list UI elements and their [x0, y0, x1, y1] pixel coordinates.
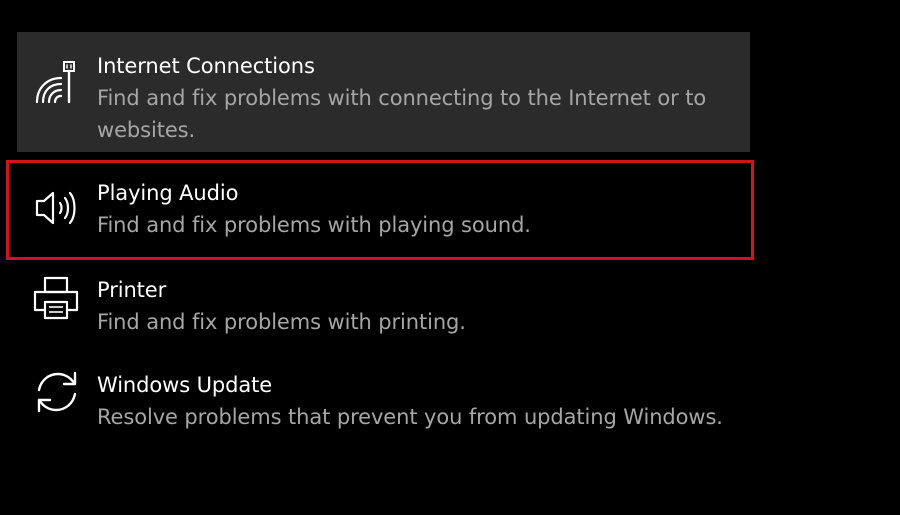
item-title: Windows Update	[97, 373, 273, 397]
playing-audio-item[interactable]: Playing Audio Find and fix problems with…	[17, 160, 750, 260]
windows-update-item[interactable]: Windows Update Resolve problems that pre…	[17, 360, 750, 480]
sync-icon	[33, 368, 81, 416]
item-description: Find and fix problems with printing.	[97, 310, 466, 334]
item-title: Printer	[97, 278, 167, 302]
speaker-icon	[33, 184, 81, 232]
item-description: Find and fix problems with playing sound…	[97, 213, 531, 237]
internet-connections-item[interactable]: Internet Connections Find and fix proble…	[17, 32, 750, 152]
item-title: Playing Audio	[97, 181, 239, 205]
item-description: Resolve problems that prevent you from u…	[97, 405, 723, 429]
troubleshooter-list: Internet Connections Find and fix proble…	[0, 0, 900, 515]
item-description: Find and fix problems with connecting to…	[97, 86, 707, 142]
printer-icon	[33, 274, 81, 322]
printer-item[interactable]: Printer Find and fix problems with print…	[17, 262, 750, 356]
wifi-ethernet-icon	[33, 58, 81, 106]
item-title: Internet Connections	[97, 54, 315, 78]
